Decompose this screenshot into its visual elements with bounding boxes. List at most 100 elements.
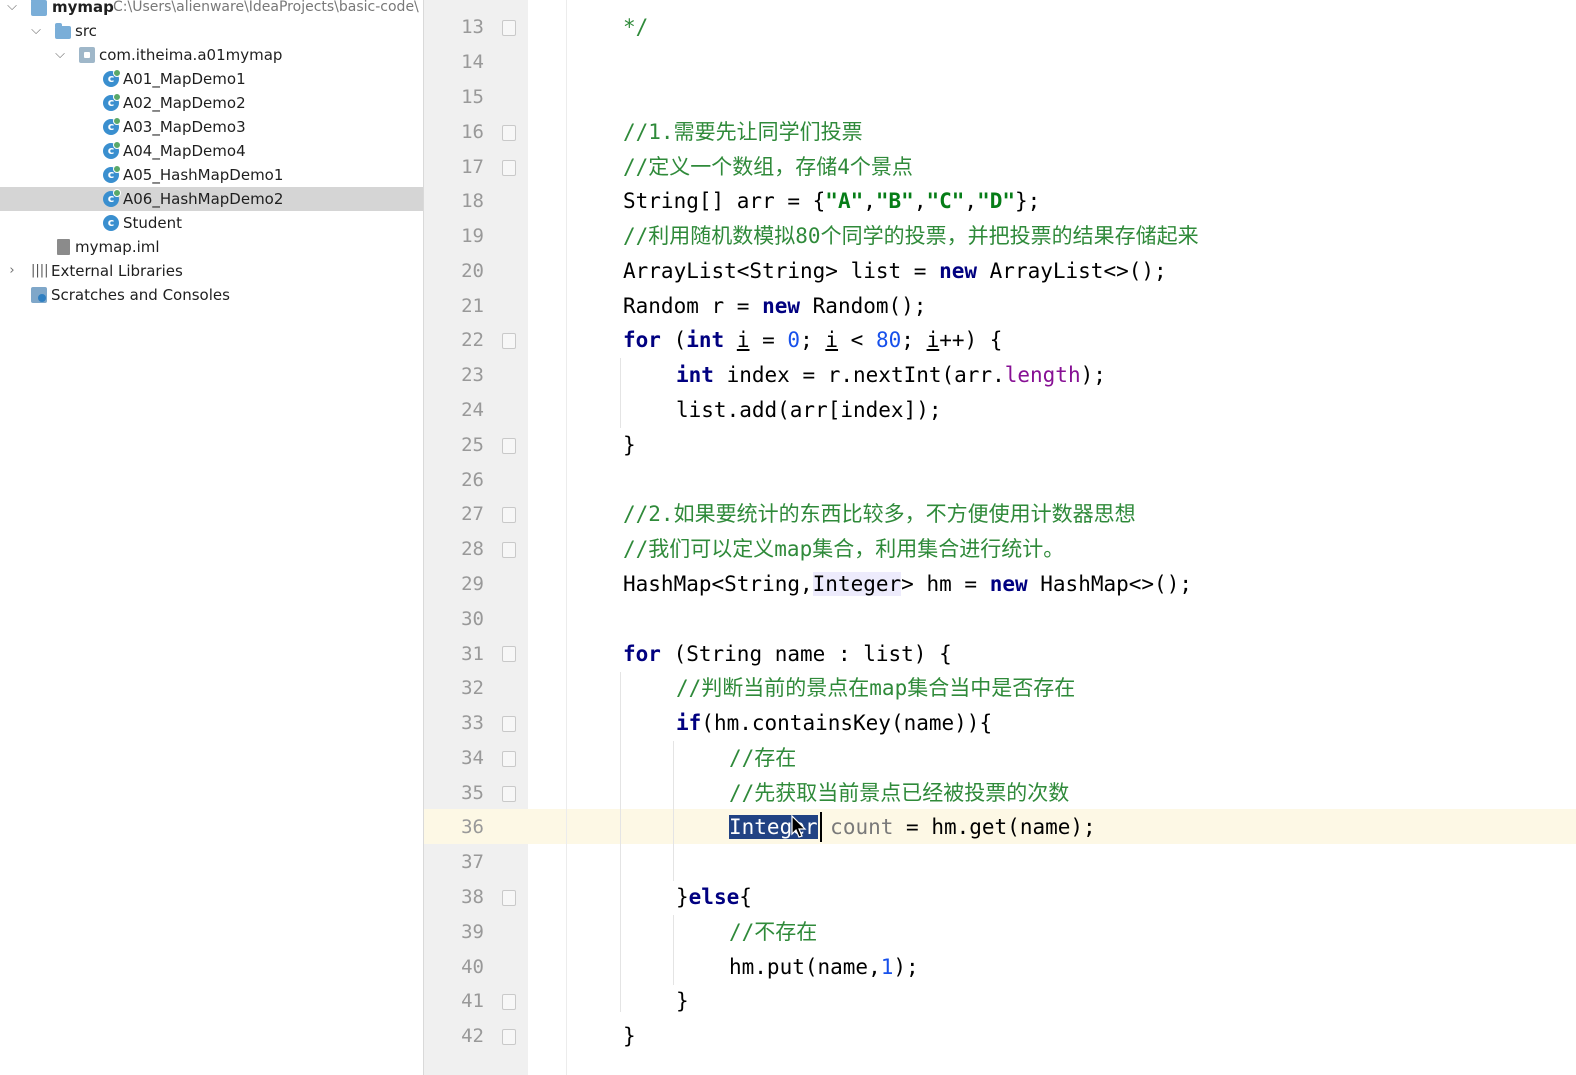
fold-marker-icon[interactable] (502, 20, 516, 36)
code-line-comment[interactable]: //定义一个数组，存储4个景点 (623, 150, 913, 185)
line-number: 26 (461, 469, 484, 491)
tree-item-label: Student (123, 214, 183, 232)
code-token: hm.put(name, (729, 955, 881, 979)
tree-item-scratches[interactable]: Scratches and Consoles (0, 283, 423, 307)
variable: i (736, 328, 750, 352)
string-literal: "C" (926, 189, 965, 213)
java-class-icon: c (103, 165, 121, 183)
fold-marker-icon[interactable] (502, 542, 516, 558)
java-class-icon: c (103, 141, 121, 159)
code-line[interactable]: for (int i = 0; i < 80; i++) { (623, 323, 1002, 358)
code-line-comment[interactable]: //1.需要先让同学们投票 (623, 115, 863, 150)
tree-item-class[interactable]: c A05_HashMapDemo1 (0, 163, 423, 187)
code-line[interactable]: } (676, 984, 689, 1019)
code-token: ArrayList<>(); (977, 259, 1167, 283)
code-line-comment[interactable]: //2.如果要统计的东西比较多，不方便使用计数器思想 (623, 497, 1136, 532)
fold-marker-icon[interactable] (502, 333, 516, 349)
line-number: 14 (461, 51, 484, 73)
line-number: 21 (461, 295, 484, 317)
tree-item-src[interactable]: ⌵ src (0, 19, 423, 43)
code-line-comment[interactable]: //我们可以定义map集合，利用集合进行统计。 (623, 532, 1064, 567)
code-line[interactable]: String[] arr = {"A","B","C","D"}; (623, 184, 1040, 219)
line-number: 32 (461, 677, 484, 699)
iml-file-icon (57, 239, 70, 255)
code-line-current[interactable]: Integer count = hm.get(name); (729, 810, 1096, 845)
code-line[interactable]: ArrayList<String> list = new ArrayList<>… (623, 254, 1167, 289)
fold-marker-icon[interactable] (502, 716, 516, 732)
java-class-icon: c (103, 117, 121, 135)
code-token: ; (901, 328, 927, 352)
line-number: 23 (461, 364, 484, 386)
tree-item-class[interactable]: c A03_MapDemo3 (0, 115, 423, 139)
code-line[interactable]: if(hm.containsKey(name)){ (676, 706, 992, 741)
code-token: , (863, 189, 876, 213)
fold-marker-icon[interactable] (502, 507, 516, 523)
string-literal: "B" (875, 189, 914, 213)
tree-item-class[interactable]: c Student (0, 211, 423, 235)
keyword: new (762, 294, 801, 318)
fold-marker-icon[interactable] (502, 160, 516, 176)
folder-icon (55, 23, 71, 39)
fold-marker-icon[interactable] (502, 646, 516, 662)
code-line[interactable]: Random r = new Random(); (623, 289, 926, 324)
fold-marker-icon[interactable] (502, 125, 516, 141)
fold-marker-icon[interactable] (502, 890, 516, 906)
indent-guide (673, 915, 674, 985)
library-icon: |||| (31, 263, 49, 278)
fold-marker-icon[interactable] (502, 751, 516, 767)
code-line-comment[interactable]: //先获取当前景点已经被投票的次数 (729, 776, 1069, 811)
tree-item-class-selected[interactable]: c A06_HashMapDemo2 (0, 187, 423, 211)
fold-marker-icon[interactable] (502, 786, 516, 802)
code-token: ArrayList<String> list = (623, 259, 940, 283)
code-token-highlighted: Integer (812, 572, 902, 596)
line-number: 37 (461, 851, 484, 873)
code-line[interactable]: int index = r.nextInt(arr.length); (676, 358, 1106, 393)
tree-item-class[interactable]: c A02_MapDemo2 (0, 91, 423, 115)
module-folder-icon (31, 0, 47, 16)
code-line-comment[interactable]: //存在 (729, 741, 796, 776)
tree-item-class[interactable]: c A01_MapDemo1 (0, 67, 423, 91)
chevron-down-icon[interactable]: ⌵ (53, 43, 67, 67)
tree-root-path: C:\Users\alienware\IdeaProjects\basic-co… (113, 0, 419, 15)
code-line[interactable]: hm.put(name,1); (729, 950, 919, 985)
tree-item-package[interactable]: ⌵ com.itheima.a01mymap (0, 43, 423, 67)
variable: i (825, 328, 839, 352)
code-line[interactable]: for (String name : list) { (623, 637, 952, 672)
java-class-icon: c (103, 93, 121, 111)
tree-item-label: A06_HashMapDemo2 (123, 190, 284, 208)
code-token: = hm.get(name); (893, 815, 1096, 839)
chevron-down-icon[interactable]: ⌵ (29, 19, 43, 43)
fold-marker-icon[interactable] (502, 1029, 516, 1045)
line-number: 20 (461, 260, 484, 282)
chevron-right-icon[interactable]: › (5, 259, 19, 283)
tree-item-class[interactable]: c A04_MapDemo4 (0, 139, 423, 163)
code-line[interactable]: list.add(arr[index]); (676, 393, 942, 428)
keyword: int (676, 363, 714, 387)
line-number: 22 (461, 329, 484, 351)
code-line[interactable]: } (623, 428, 636, 463)
code-line[interactable]: HashMap<String,Integer> hm = new HashMap… (623, 567, 1192, 602)
tree-item-label: Scratches and Consoles (51, 286, 230, 304)
line-number: 34 (461, 747, 484, 769)
code-token: }; (1015, 189, 1041, 213)
line-number: 24 (461, 399, 484, 421)
line-number: 27 (461, 503, 484, 525)
tree-item-root[interactable]: ⌵ mymap C:\Users\alienware\IdeaProjects\… (0, 0, 423, 19)
chevron-down-icon[interactable]: ⌵ (5, 0, 19, 19)
tree-item-external-libraries[interactable]: › |||| External Libraries (0, 259, 423, 283)
fold-marker-icon[interactable] (502, 994, 516, 1010)
code-line-comment[interactable]: //不存在 (729, 915, 817, 950)
tree-item-label: A03_MapDemo3 (123, 118, 246, 136)
code-line-comment[interactable]: //判断当前的景点在map集合当中是否存在 (676, 671, 1075, 706)
code-line[interactable]: } (623, 1019, 636, 1054)
tree-item-iml[interactable]: mymap.iml (0, 235, 423, 259)
line-number: 41 (461, 990, 484, 1012)
code-line[interactable]: }else{ (676, 880, 752, 915)
tree-item-label: A01_MapDemo1 (123, 70, 246, 88)
code-line[interactable]: */ (623, 10, 648, 45)
tree-item-label: External Libraries (51, 262, 183, 280)
line-number: 36 (461, 816, 484, 838)
code-token: ++) { (939, 328, 1003, 352)
code-line-comment[interactable]: //利用随机数模拟80个同学的投票，并把投票的结果存储起来 (623, 219, 1199, 254)
fold-marker-icon[interactable] (502, 438, 516, 454)
